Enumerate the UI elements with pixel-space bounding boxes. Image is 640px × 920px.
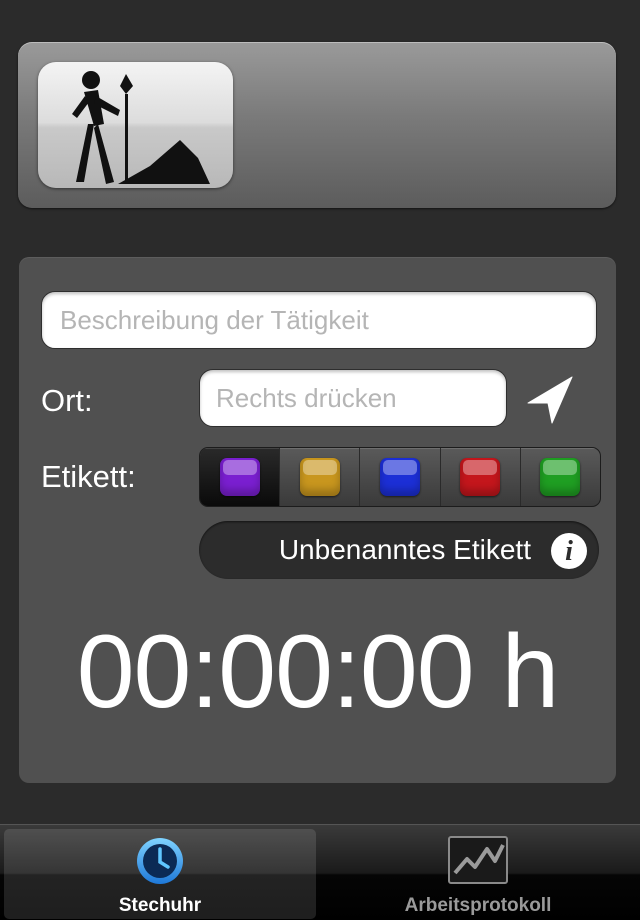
color-swatch xyxy=(460,458,501,496)
color-swatch xyxy=(219,458,260,496)
info-icon[interactable]: i xyxy=(551,533,587,569)
tab-label: Arbeitsprotokoll xyxy=(404,895,552,916)
tag-color-purple[interactable] xyxy=(200,448,281,506)
tab-stechuhr[interactable]: Stechuhr xyxy=(4,829,316,919)
app-screen: Ort: Etikett: Unbenanntes Etikett i 00:0… xyxy=(0,0,640,920)
tag-color-selector xyxy=(199,447,601,507)
tag-color-red[interactable] xyxy=(441,448,521,506)
activity-icon-button[interactable] xyxy=(38,62,233,188)
chart-line-icon xyxy=(448,836,508,884)
tab-bar: Stechuhr Arbeitsprotokoll xyxy=(0,824,640,920)
tag-color-green[interactable] xyxy=(521,448,600,506)
tag-color-blue[interactable] xyxy=(360,448,441,506)
tag-name-label: Unbenanntes Etikett xyxy=(278,534,531,565)
time-tracking-panel: Ort: Etikett: Unbenanntes Etikett i 00:0… xyxy=(19,257,616,783)
location-input[interactable] xyxy=(199,369,507,427)
color-swatch xyxy=(380,458,420,496)
location-label: Ort: xyxy=(41,383,93,418)
tag-color-gold[interactable] xyxy=(280,448,361,506)
location-arrow-icon[interactable] xyxy=(522,373,576,427)
tag-name-button[interactable]: Unbenanntes Etikett i xyxy=(199,521,599,579)
elapsed-time-display: 00:00:00 h xyxy=(76,614,560,730)
color-swatch xyxy=(540,458,581,496)
activity-header-panel xyxy=(18,42,616,208)
clock-icon xyxy=(137,838,183,884)
tag-label: Etikett: xyxy=(41,459,136,494)
tab-label: Stechuhr xyxy=(118,895,202,916)
activity-description-input[interactable] xyxy=(41,291,597,349)
hiker-with-shovel-icon xyxy=(72,71,210,184)
color-swatch xyxy=(299,458,340,496)
tab-arbeitsprotokoll[interactable]: Arbeitsprotokoll xyxy=(322,829,634,919)
